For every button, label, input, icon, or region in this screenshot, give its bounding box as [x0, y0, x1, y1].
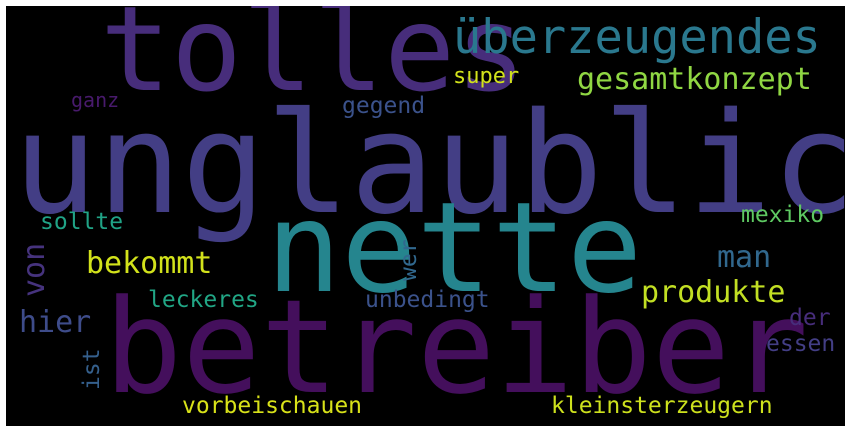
word-produkte: produkte: [641, 275, 786, 310]
word-ueberzeugendes: überzeugendes: [453, 10, 821, 65]
word-essen: essen: [766, 331, 836, 357]
word-der: der: [789, 305, 831, 331]
word-kleinsterzeugern: kleinsterzeugern: [551, 393, 773, 419]
word-hier: hier: [19, 305, 92, 340]
word-gegend: gegend: [342, 93, 426, 119]
word-gesamtkonzept: gesamtkonzept: [577, 62, 812, 97]
word-von: von: [17, 242, 52, 297]
word-ist: ist: [79, 348, 105, 390]
word-bekommt: bekommt: [86, 246, 213, 281]
word-wer: wer: [396, 239, 422, 281]
word-unbedingt: unbedingt: [365, 287, 490, 313]
word-mexiko: mexiko: [741, 202, 825, 228]
word-super: super: [453, 64, 520, 89]
word-leckeres: leckeres: [148, 287, 259, 313]
word-cloud: unglaublich betreiber nette tolles überz…: [6, 6, 845, 426]
word-sollte: sollte: [40, 209, 124, 235]
word-man: man: [717, 240, 772, 275]
word-ganz: ganz: [71, 88, 120, 112]
word-vorbeischauen: vorbeischauen: [182, 393, 363, 419]
